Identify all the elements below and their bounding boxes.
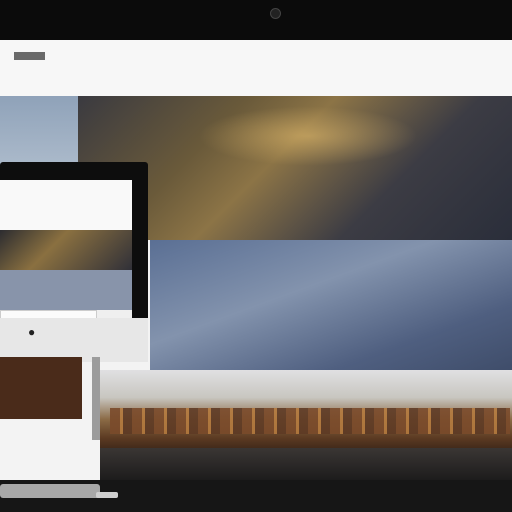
display-bezel-top: [0, 0, 512, 40]
hero-light-glow: [198, 106, 418, 166]
photo-road: [100, 448, 512, 480]
apple-logo-icon: ●: [28, 325, 36, 339]
monitor-band: [0, 270, 132, 310]
photo-buildings: [110, 408, 510, 434]
brown-panel: [0, 357, 82, 419]
keyboard: [0, 484, 100, 498]
monitor-site-header: [0, 180, 132, 230]
building-photo: [100, 370, 512, 480]
keyboard-key: [96, 492, 118, 498]
site-logo[interactable]: [14, 52, 45, 60]
intro-section: [150, 240, 512, 370]
camera-icon: [270, 8, 281, 19]
monitor-hero-image: [0, 230, 132, 270]
monitor-stand: [92, 357, 100, 440]
site-header: [0, 40, 512, 97]
monitor-chin: [0, 318, 148, 362]
